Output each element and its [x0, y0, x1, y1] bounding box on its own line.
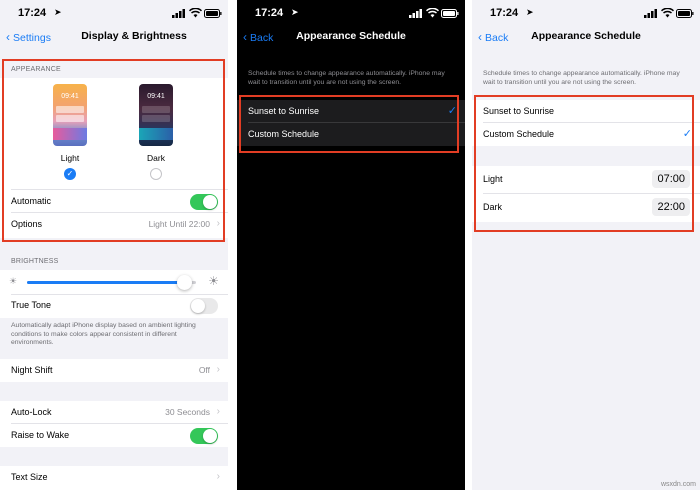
status-bar: 17:24 ➤ — [0, 0, 228, 26]
true-tone-label: True Tone — [11, 300, 52, 310]
navigation-bar: ‹ Settings Display & Brightness — [0, 26, 228, 48]
true-tone-row: True Tone — [0, 294, 228, 317]
section-header-brightness: BRIGHTNESS — [11, 258, 59, 265]
wifi-icon — [189, 8, 202, 18]
brightness-group: ☀ ☀ True Tone — [0, 270, 228, 318]
screen-appearance-schedule-light: 17:24 ➤ ‹ Back Appearance Schedule Schedu… — [472, 0, 700, 490]
lock-group: Auto-Lock 30 Seconds › Raise to Wake — [0, 401, 228, 447]
navigation-bar: ‹ Back Appearance Schedule — [472, 26, 700, 48]
brightness-slider-thumb[interactable] — [177, 275, 193, 290]
text-size-label: Text Size — [11, 472, 48, 482]
raise-to-wake-label: Raise to Wake — [11, 430, 70, 440]
brightness-high-icon: ☀ — [208, 274, 219, 288]
location-icon: ➤ — [526, 7, 534, 17]
status-time: 17:24 — [18, 7, 47, 19]
chevron-right-icon: › — [216, 471, 220, 482]
status-bar: 17:24 ➤ — [472, 0, 700, 26]
night-shift-value: Off — [198, 365, 210, 375]
night-shift-row[interactable]: Night Shift Off › — [0, 359, 228, 382]
chevron-right-icon: › — [216, 364, 220, 375]
status-time: 17:24 — [490, 7, 519, 19]
navigation-bar: ‹ Back Appearance Schedule — [237, 26, 465, 48]
signal-icon — [409, 9, 422, 18]
night-shift-group: Night Shift Off › — [0, 359, 228, 382]
battery-icon — [204, 9, 222, 18]
screen-display-brightness: 17:24 ➤ ‹ Settings Display & Brightness A… — [0, 0, 228, 490]
wifi-icon — [426, 8, 439, 18]
schedule-description: Schedule times to change appearance auto… — [248, 70, 445, 86]
page-title: Display & Brightness — [81, 30, 187, 42]
brightness-low-icon: ☀ — [9, 276, 18, 286]
location-icon: ➤ — [54, 7, 62, 17]
signal-icon — [172, 9, 185, 18]
brightness-slider[interactable] — [27, 275, 196, 290]
night-shift-label: Night Shift — [11, 365, 53, 375]
signal-icon — [644, 9, 657, 18]
highlight-box — [474, 95, 694, 232]
chevron-right-icon: › — [216, 406, 220, 417]
page-title: Appearance Schedule — [296, 30, 406, 42]
wifi-icon — [661, 8, 674, 18]
raise-to-wake-row: Raise to Wake — [0, 424, 228, 447]
battery-icon — [676, 9, 694, 18]
status-bar: 17:24 ➤ — [237, 0, 465, 26]
true-tone-description: Automatically adapt iPhone display based… — [11, 322, 196, 346]
page-title: Appearance Schedule — [531, 30, 641, 42]
highlight-box — [2, 59, 225, 242]
status-time: 17:24 — [255, 7, 284, 19]
auto-lock-row[interactable]: Auto-Lock 30 Seconds › — [0, 401, 228, 424]
screen-appearance-schedule-dark: 17:24 ➤ ‹ Back Appearance Schedule Schedu… — [237, 0, 465, 490]
raise-to-wake-toggle[interactable] — [190, 428, 218, 444]
highlight-box — [239, 95, 459, 153]
watermark: wsxdn.com — [660, 481, 696, 488]
auto-lock-label: Auto-Lock — [11, 407, 52, 417]
text-size-row[interactable]: Text Size › — [0, 466, 228, 489]
battery-icon — [441, 9, 459, 18]
chevron-left-icon: ‹ — [6, 30, 10, 44]
text-group: Text Size › — [0, 466, 228, 490]
true-tone-toggle[interactable] — [190, 298, 218, 314]
auto-lock-value: 30 Seconds — [165, 407, 210, 417]
schedule-description: Schedule times to change appearance auto… — [483, 70, 680, 86]
location-icon: ➤ — [291, 7, 299, 17]
